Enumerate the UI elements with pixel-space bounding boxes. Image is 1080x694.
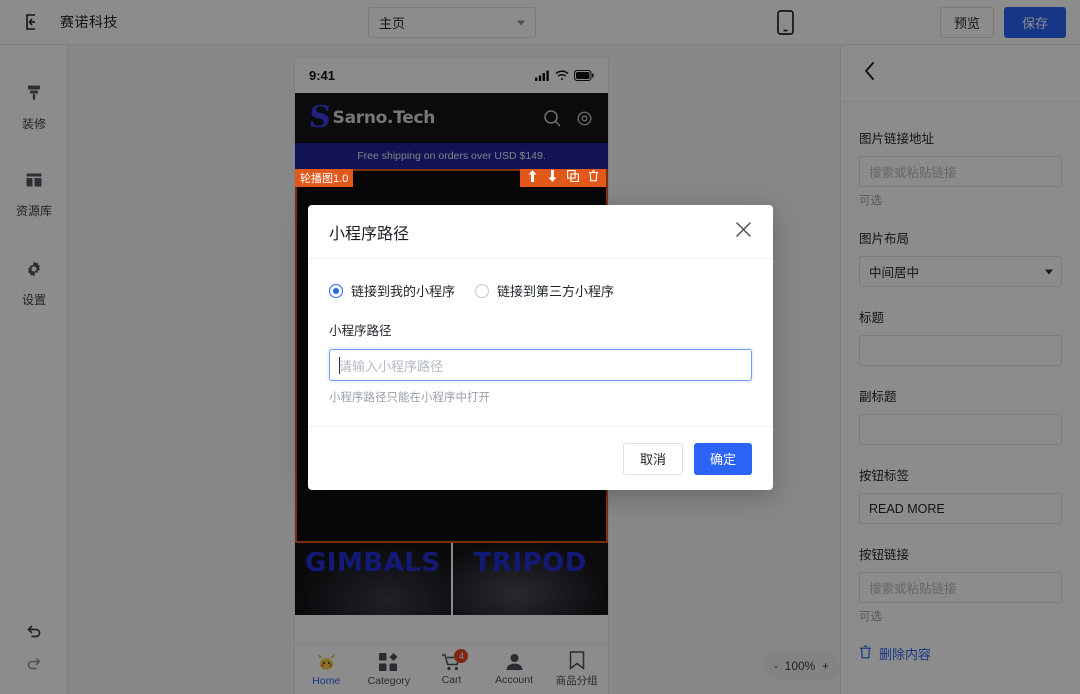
- block-toolbar: [520, 169, 606, 187]
- path-field-hint: 小程序路径只能在小程序中打开: [329, 392, 490, 404]
- trash-icon[interactable]: [588, 169, 599, 187]
- text-caret: [339, 357, 340, 374]
- move-down-icon[interactable]: [547, 169, 558, 187]
- app-root: 赛诺科技 主页 预览 保存 装修 资源库 设置 9:41 S Sarno.Tec…: [0, 0, 1080, 694]
- dialog-title: 小程序路径: [329, 225, 410, 243]
- cancel-button[interactable]: 取消: [623, 442, 683, 475]
- confirm-button-label: 确定: [709, 452, 736, 467]
- block-tag-label: 轮播图1.0: [295, 169, 354, 187]
- mini-program-path-input[interactable]: 请输入小程序路径: [329, 349, 752, 381]
- link-target-radio-group: 链接到我的小程序 链接到第三方小程序: [329, 281, 752, 300]
- mini-program-path-dialog: 小程序路径 链接到我的小程序 链接到第三方小程序 小程序路径 请输入小程序路径 …: [308, 205, 773, 490]
- dialog-footer: 取消 确定: [308, 426, 773, 490]
- path-input-placeholder: 请输入小程序路径: [339, 358, 444, 374]
- dialog-header: 小程序路径: [308, 205, 773, 259]
- radio-my-mini-program[interactable]: 链接到我的小程序: [329, 281, 455, 300]
- close-icon[interactable]: [735, 221, 752, 243]
- radio-dot: [475, 283, 490, 298]
- cancel-button-label: 取消: [639, 452, 666, 467]
- duplicate-icon[interactable]: [567, 169, 579, 187]
- confirm-button[interactable]: 确定: [694, 442, 752, 475]
- radio-third-party-mini-program[interactable]: 链接到第三方小程序: [475, 281, 614, 300]
- dialog-body: 链接到我的小程序 链接到第三方小程序 小程序路径 请输入小程序路径 小程序路径只…: [308, 259, 773, 426]
- radio-label: 链接到第三方小程序: [497, 284, 615, 299]
- radio-dot-selected: [329, 283, 343, 298]
- radio-label: 链接到我的小程序: [351, 284, 456, 299]
- move-up-icon[interactable]: [527, 169, 538, 187]
- path-field-label: 小程序路径: [329, 324, 392, 338]
